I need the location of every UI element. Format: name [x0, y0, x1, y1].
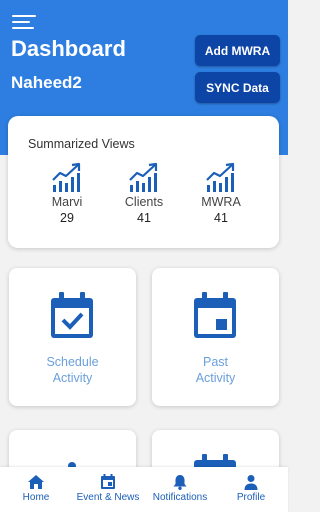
schedule-activity-card[interactable]: Schedule Activity: [9, 268, 136, 406]
nav-label: Event & News: [76, 492, 140, 503]
bell-icon: [173, 475, 187, 490]
stat-label: Marvi: [51, 195, 83, 209]
trending-up-icon: [206, 162, 235, 192]
stat-mwra[interactable]: MWRA 41: [191, 162, 251, 225]
calendar-icon: [101, 474, 115, 489]
nav-event-news[interactable]: Event & News: [72, 467, 144, 512]
nav-notifications[interactable]: Notifications: [148, 467, 212, 512]
stat-label: MWRA: [201, 195, 241, 209]
stat-value: 41: [214, 211, 228, 225]
card-label: Past Activity: [195, 355, 236, 385]
stat-value: 29: [60, 211, 74, 225]
page-title: Dashboard: [11, 36, 126, 61]
add-mwra-button[interactable]: Add MWRA: [195, 35, 280, 66]
menu-icon[interactable]: [12, 15, 36, 29]
summary-title: Summarized Views: [28, 137, 135, 151]
stat-value: 41: [137, 211, 151, 225]
username-label: Naheed2: [11, 73, 82, 92]
calendar-day-icon: [194, 292, 236, 338]
nav-profile[interactable]: Profile: [228, 467, 274, 512]
stat-clients[interactable]: Clients 41: [114, 162, 174, 225]
nav-label: Home: [22, 492, 50, 503]
nav-label: Profile: [236, 492, 266, 503]
summary-card: Summarized Views Marvi 29 Clients 41 MWR…: [8, 116, 279, 248]
nav-home[interactable]: Home: [10, 467, 62, 512]
trending-up-icon: [52, 162, 81, 192]
stat-label: Clients: [124, 195, 164, 209]
past-activity-card[interactable]: Past Activity: [152, 268, 279, 406]
stat-marvi[interactable]: Marvi 29: [37, 162, 97, 225]
bottom-navigation: Home Event & News Notifications Profile: [0, 467, 288, 512]
card-label: Schedule Activity: [46, 355, 99, 385]
calendar-check-icon: [51, 292, 93, 338]
home-icon: [28, 475, 44, 489]
user-icon: [244, 475, 258, 490]
nav-label: Notifications: [152, 492, 208, 503]
trending-up-icon: [129, 162, 158, 192]
sync-data-button[interactable]: SYNC Data: [195, 72, 280, 103]
